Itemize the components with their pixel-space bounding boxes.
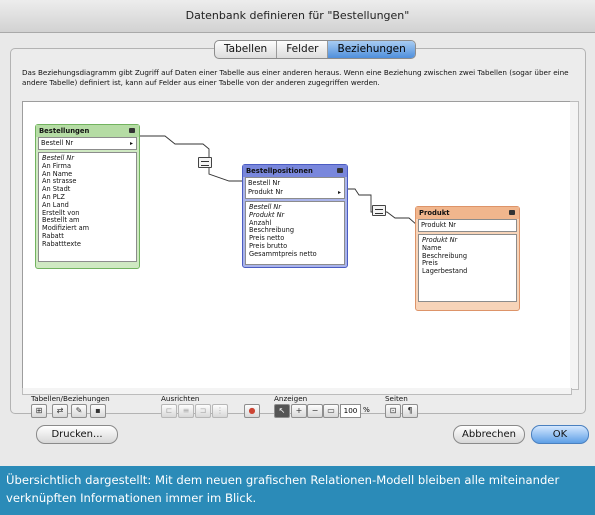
page-setup-icon[interactable]: ⊡: [385, 404, 401, 418]
relationship-icon[interactable]: [372, 205, 386, 216]
toolbar-group-label: Ausrichten: [161, 394, 200, 403]
cancel-button[interactable]: Abbrechen: [453, 425, 525, 444]
fit-window-icon[interactable]: ▭: [323, 404, 339, 418]
print-button[interactable]: Drucken...: [36, 425, 118, 444]
relationship-icon[interactable]: [198, 157, 212, 168]
zoom-percent-label: %: [363, 405, 370, 414]
field-list: Produkt Nr Name Beschreibung Preis Lager…: [418, 234, 517, 302]
key-field: Produkt Nr ▸: [248, 188, 341, 196]
occurrence-header: Bestellungen: [36, 125, 139, 137]
edit-pencil-icon[interactable]: ✎: [71, 404, 87, 418]
relationship-line-bestellungen-positionen: [138, 135, 242, 182]
caption-text: Übersichtlich dargestellt: Mit dem neuen…: [6, 473, 560, 505]
tab-tabellen[interactable]: Tabellen: [215, 41, 278, 58]
add-table-icon[interactable]: ⊞: [31, 404, 47, 418]
occurrence-title: Bestellpositionen: [246, 167, 313, 175]
table-occurrence-bestellpositionen[interactable]: Bestellpositionen Bestell Nr Produkt Nr ▸…: [242, 164, 348, 268]
window-title: Datenbank definieren für "Bestellungen": [185, 9, 410, 22]
caption-banner: Übersichtlich dargestellt: Mit dem neuen…: [0, 466, 595, 515]
align-right-icon[interactable]: ⊐: [195, 404, 211, 418]
occurrence-title: Bestellungen: [39, 127, 90, 135]
tab-felder[interactable]: Felder: [277, 41, 329, 58]
zoom-in-icon[interactable]: +: [291, 404, 307, 418]
key-field-list: Bestell Nr Produkt Nr ▸: [245, 177, 345, 199]
description-text: Das Beziehungsdiagramm gibt Zugriff auf …: [22, 68, 569, 87]
align-left-icon[interactable]: ⊏: [161, 404, 177, 418]
field-item: Gesammtpreis netto: [249, 249, 317, 258]
occurrence-header: Bestellpositionen: [243, 165, 347, 177]
occurrence-title: Produkt: [419, 209, 450, 217]
zoom-out-icon[interactable]: −: [307, 404, 323, 418]
toolbar-group-label: Anzeigen: [274, 394, 308, 403]
color-palette-icon[interactable]: ●: [244, 404, 260, 418]
page-breaks-icon[interactable]: ¶: [402, 404, 418, 418]
table-occurrence-bestellungen[interactable]: Bestellungen Bestell Nr ▸ Bestell Nr An F…: [35, 124, 140, 269]
toolbar-group-label: Seiten: [385, 394, 408, 403]
manage-database-dialog: Datenbank definieren für "Bestellungen" …: [0, 0, 595, 466]
key-field: Bestell Nr: [248, 179, 281, 187]
add-relationship-icon[interactable]: ⇄: [52, 404, 68, 418]
relationship-graph[interactable]: Bestellungen Bestell Nr ▸ Bestell Nr An F…: [22, 101, 572, 390]
tab-control: Tabellen Felder Beziehungen: [214, 40, 416, 59]
zoom-level-field[interactable]: 100: [340, 404, 361, 418]
distribute-icon[interactable]: ⋮: [212, 404, 228, 418]
title-bar: Datenbank definieren für "Bestellungen": [0, 0, 595, 33]
align-center-icon[interactable]: ≡: [178, 404, 194, 418]
delete-trash-icon[interactable]: ▪: [90, 404, 106, 418]
collapse-toggle-icon[interactable]: [509, 210, 515, 215]
ok-button[interactable]: OK: [531, 425, 589, 444]
table-occurrence-produkt[interactable]: Produkt Produkt Nr Produkt Nr Name Besch…: [415, 206, 520, 311]
vertical-scrollbar[interactable]: [570, 101, 579, 390]
field-item: Rabatttexte: [42, 239, 81, 248]
field-list: Bestell Nr Produkt Nr Anzahl Beschreibun…: [245, 201, 345, 265]
collapse-toggle-icon[interactable]: [129, 128, 135, 133]
tab-beziehungen[interactable]: Beziehungen: [328, 41, 415, 58]
key-field: Bestell Nr ▸: [41, 139, 133, 147]
toolbar-group-label: Tabellen/Beziehungen: [31, 394, 110, 403]
field-item: Lagerbestand: [422, 267, 468, 276]
key-field-list: Bestell Nr ▸: [38, 137, 137, 150]
key-field: Produkt Nr: [421, 221, 456, 229]
occurrence-header: Produkt: [416, 207, 519, 219]
key-field-list: Produkt Nr: [418, 219, 517, 232]
collapse-toggle-icon[interactable]: [337, 168, 343, 173]
field-list: Bestell Nr An Firma An Name An strasse A…: [38, 152, 137, 262]
pointer-tool-icon[interactable]: ↖: [274, 404, 290, 418]
